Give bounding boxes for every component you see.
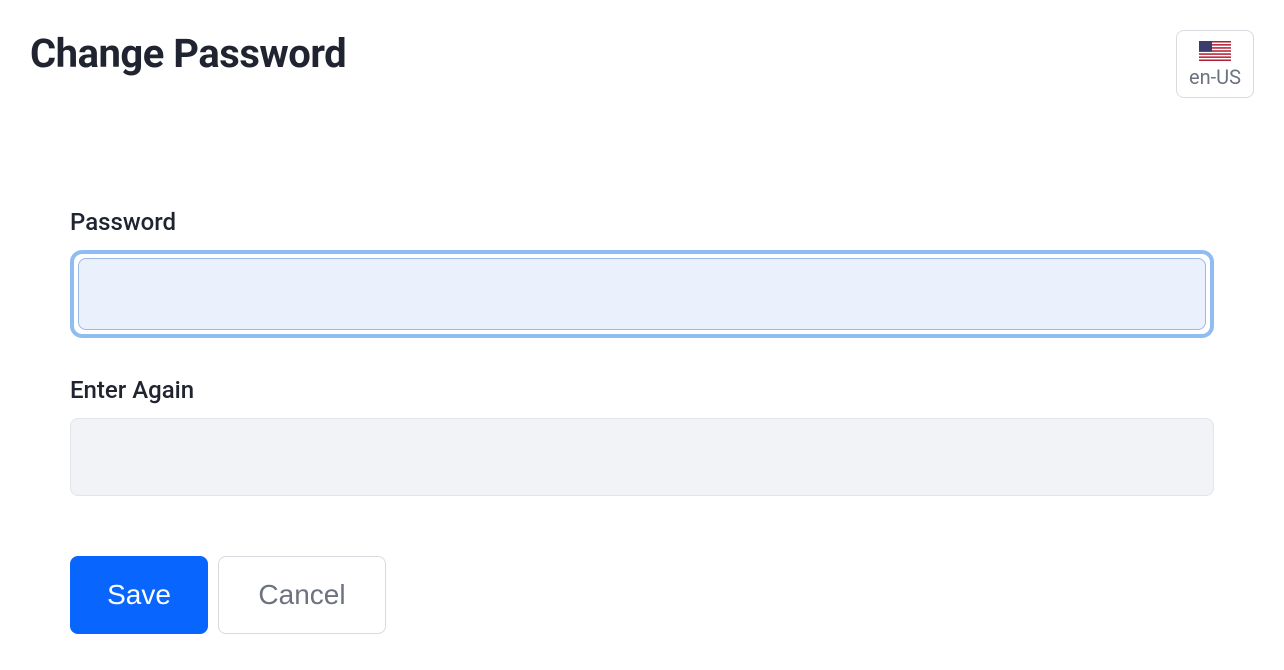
- confirm-password-input[interactable]: [70, 418, 1214, 496]
- save-button[interactable]: Save: [70, 556, 208, 634]
- cancel-button[interactable]: Cancel: [218, 556, 386, 634]
- page-title: Change Password: [30, 30, 346, 77]
- password-input[interactable]: [78, 258, 1206, 330]
- locale-code: en-US: [1189, 65, 1241, 89]
- locale-selector[interactable]: en-US: [1176, 30, 1254, 98]
- confirm-password-label: Enter Again: [70, 376, 1214, 404]
- password-label: Password: [70, 208, 1214, 236]
- password-field-focus-ring: [70, 250, 1214, 338]
- us-flag-icon: [1199, 41, 1231, 61]
